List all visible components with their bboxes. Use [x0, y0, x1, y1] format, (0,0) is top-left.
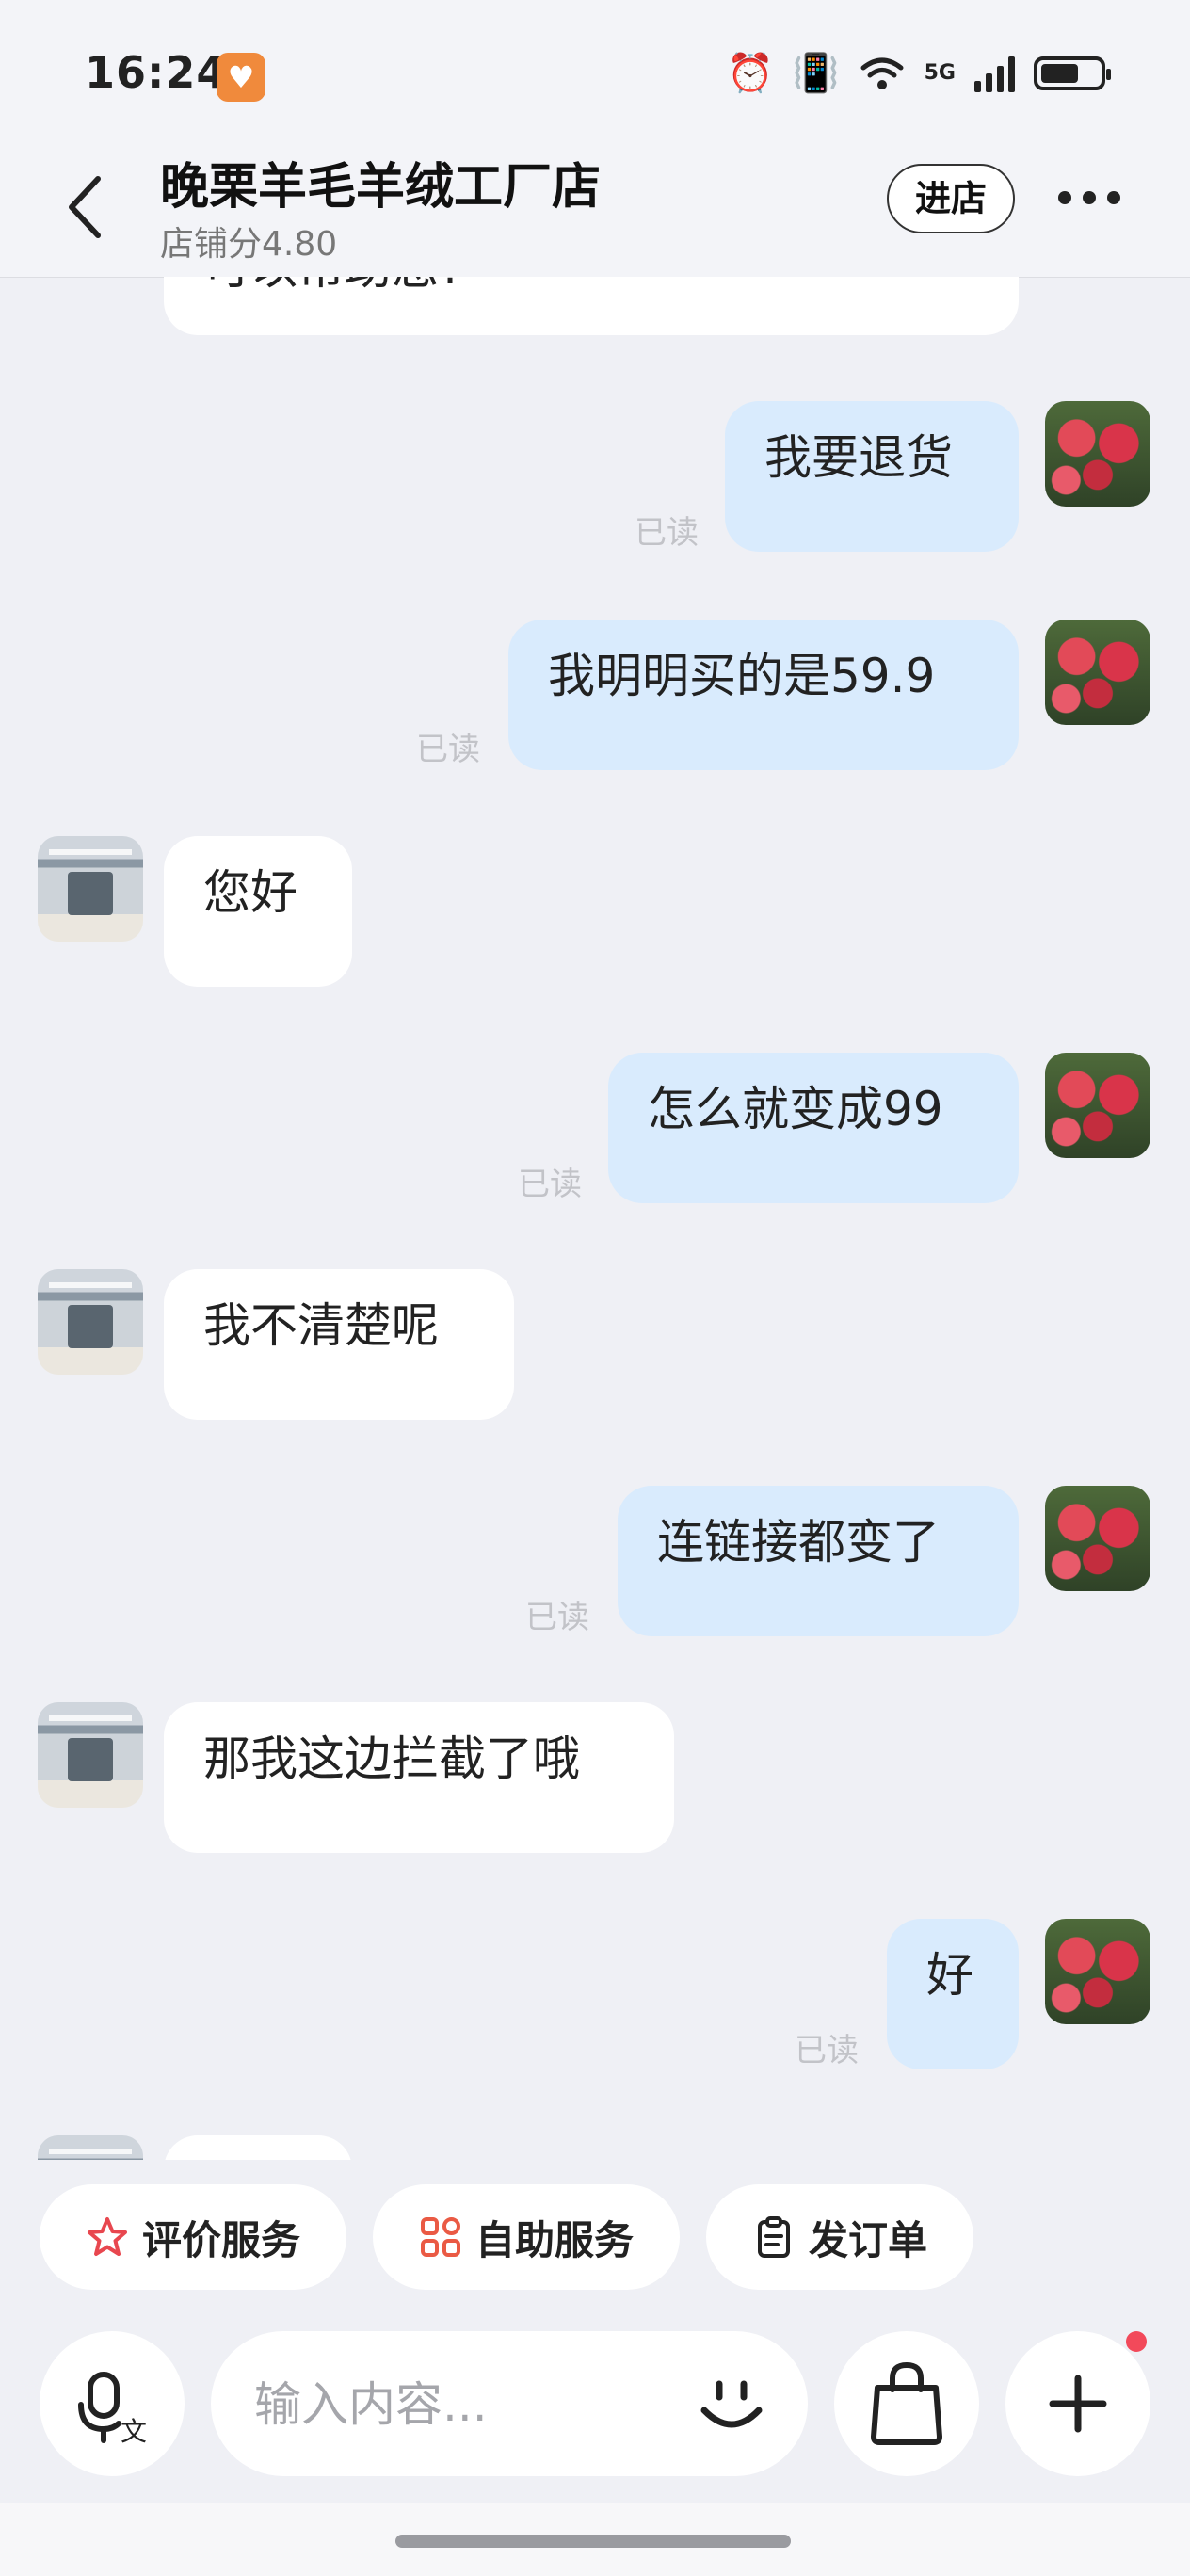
voice-input-button[interactable]: 文	[40, 2331, 185, 2476]
smiley-icon[interactable]	[689, 2361, 774, 2446]
signal-icon	[974, 55, 1015, 92]
message-bubble-user: 我要退货	[725, 401, 1019, 552]
shop-name: 晚栗羊毛羊绒工厂店	[160, 159, 602, 216]
enter-shop-button[interactable]: 进店	[887, 164, 1015, 233]
alarm-icon: ⏰	[727, 52, 774, 95]
message-text: 可以帮助您?	[203, 277, 464, 295]
self-service-button[interactable]: 自助服务	[373, 2184, 680, 2290]
message-text: 好	[926, 1948, 973, 2003]
read-status: 已读	[518, 1166, 582, 1203]
grid-icon	[420, 2217, 460, 2257]
voice-translate-icon: 文	[78, 2372, 147, 2447]
message-text: 我要退货	[764, 430, 953, 485]
status-icons: ⏰ 📳 5G	[727, 51, 1111, 95]
vibrate-icon: 📳	[792, 52, 840, 95]
message-input[interactable]	[252, 2369, 670, 2440]
shop-avatar[interactable]	[38, 1702, 143, 1808]
clipboard-icon	[757, 2216, 790, 2258]
message-text: 您好	[203, 865, 298, 920]
user-avatar[interactable]	[1045, 620, 1150, 725]
user-avatar[interactable]	[1045, 1053, 1150, 1158]
back-icon[interactable]	[58, 169, 115, 245]
message-bubble-user: 好	[887, 1919, 1019, 2069]
read-status: 已读	[795, 2032, 859, 2069]
user-avatar[interactable]	[1045, 401, 1150, 507]
status-time: 16:24	[85, 47, 228, 98]
notification-dot	[1126, 2331, 1147, 2352]
message-bubble-shop: 可以帮助您?	[164, 277, 1019, 335]
more-options-icon[interactable]	[1058, 188, 1134, 207]
plus-icon	[1049, 2375, 1107, 2433]
read-status: 已读	[635, 514, 699, 552]
message-bubble-shop: 我不清楚呢	[164, 1269, 514, 1420]
chat-header: 晚栗羊毛羊绒工厂店 店铺分4.80 进店	[0, 141, 1190, 278]
message-bubble-shop	[164, 2135, 352, 2160]
message-text: 连链接都变了	[657, 1515, 940, 1570]
send-order-button[interactable]: 发订单	[706, 2184, 973, 2290]
quick-action-label: 评价服务	[141, 2216, 300, 2263]
read-status: 已读	[525, 1599, 589, 1636]
status-bar: 16:24 ♥ ⏰ 📳 5G	[0, 0, 1190, 141]
network-type-label: 5G	[924, 60, 956, 85]
message-bubble-user: 连链接都变了	[618, 1486, 1019, 1636]
message-text: 那我这边拦截了哦	[203, 1731, 580, 1786]
message-input-container[interactable]	[211, 2331, 808, 2476]
read-status: 已读	[416, 731, 480, 768]
quick-action-label: 自助服务	[474, 2216, 634, 2263]
message-bubble-user: 怎么就变成99	[608, 1053, 1019, 1203]
svg-text:文: 文	[121, 2416, 147, 2447]
shop-bag-button[interactable]	[834, 2331, 979, 2476]
message-list: 可以帮助您? 我要退货 已读 我明明买的是59.9 已读 您好 怎么就变成99 …	[0, 277, 1190, 2160]
shop-score: 店铺分4.80	[160, 225, 338, 264]
rate-service-button[interactable]: 评价服务	[40, 2184, 346, 2290]
message-text: 我不清楚呢	[203, 1298, 439, 1353]
app-notification-icon: ♥	[217, 53, 265, 102]
message-bubble-user: 我明明买的是59.9	[508, 620, 1019, 770]
message-bubble-shop: 那我这边拦截了哦	[164, 1702, 674, 1853]
message-text: 怎么就变成99	[648, 1082, 943, 1136]
more-features-button[interactable]	[1005, 2331, 1150, 2476]
shop-avatar[interactable]	[38, 1269, 143, 1375]
quick-action-label: 发订单	[808, 2216, 927, 2263]
shopping-bag-icon	[871, 2361, 942, 2445]
battery-icon	[1034, 56, 1111, 90]
message-text: 我明明买的是59.9	[548, 649, 936, 703]
wifi-icon	[860, 57, 904, 89]
star-icon	[87, 2217, 127, 2256]
user-avatar[interactable]	[1045, 1919, 1150, 2024]
shop-avatar[interactable]	[38, 836, 143, 942]
message-bubble-shop: 您好	[164, 836, 352, 987]
user-avatar[interactable]	[1045, 1486, 1150, 1591]
home-indicator[interactable]	[395, 2535, 791, 2548]
shop-avatar[interactable]	[38, 2135, 143, 2160]
